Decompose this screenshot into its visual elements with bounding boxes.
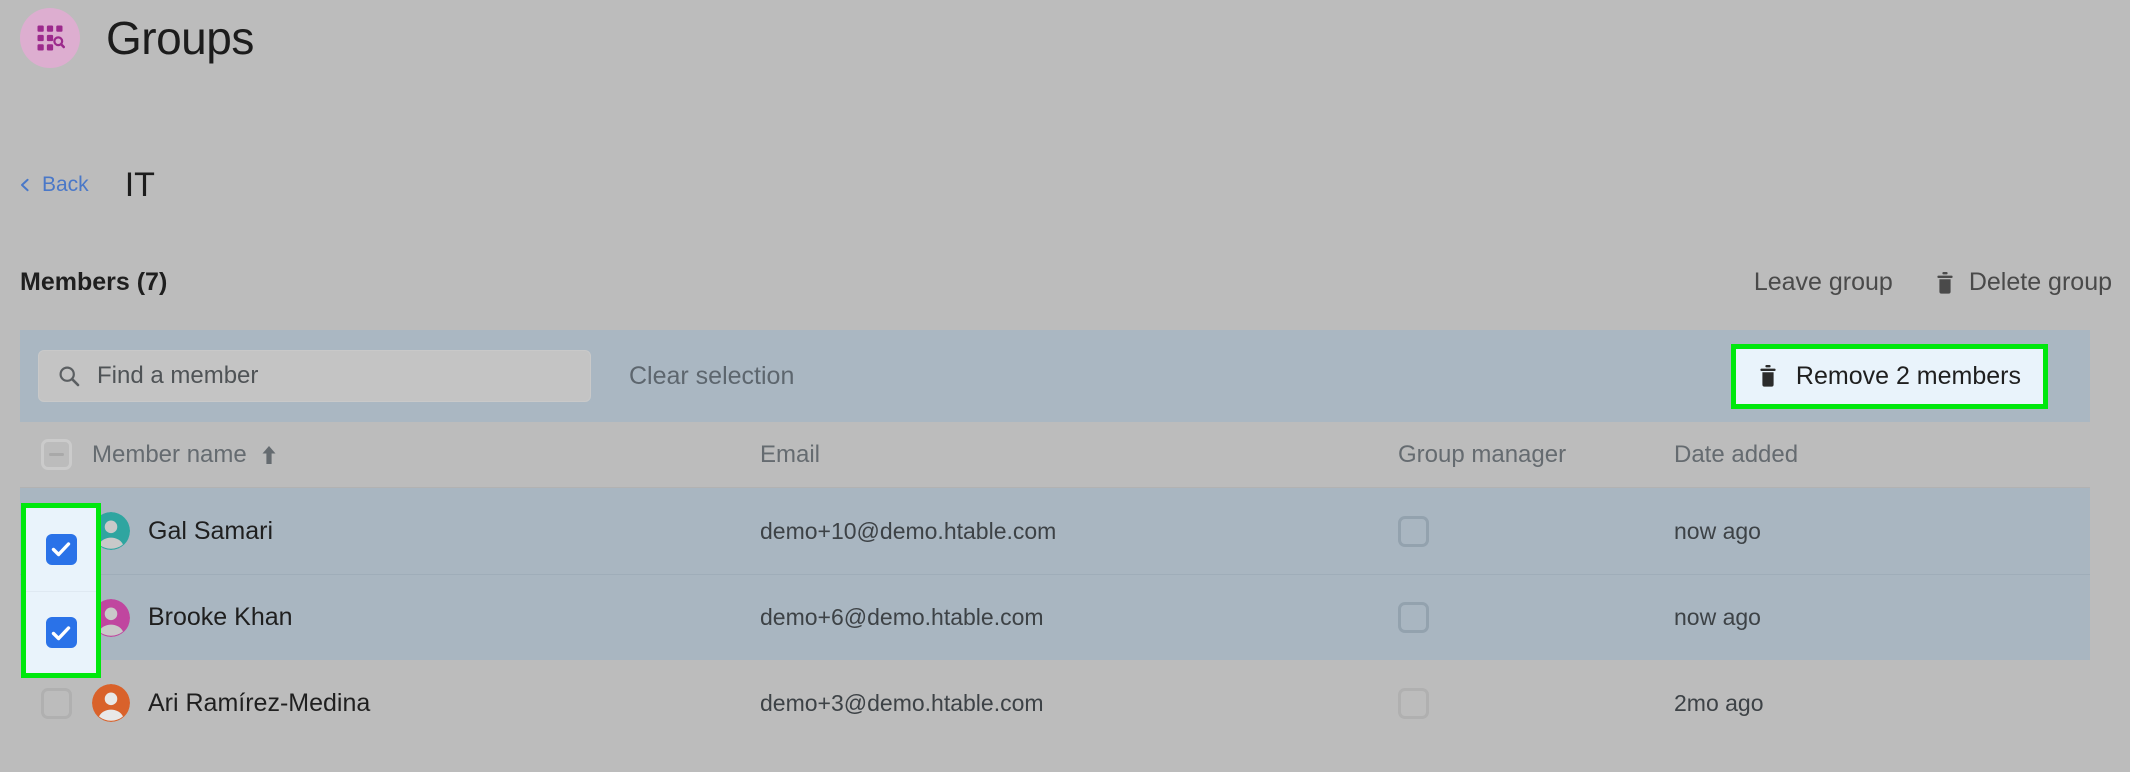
table-row[interactable]: Gal Samari demo+10@demo.htable.com now a… xyxy=(20,488,2090,574)
group-manager-checkbox[interactable] xyxy=(1398,515,1429,547)
member-email: demo+6@demo.htable.com xyxy=(760,604,1044,630)
member-name-cell: Brooke Khan xyxy=(92,598,760,637)
clear-selection-button[interactable]: Clear selection xyxy=(629,362,794,391)
column-header-member-name-label: Member name xyxy=(92,440,247,468)
arrow-up-icon xyxy=(262,445,276,464)
app-header: Groups xyxy=(20,8,254,68)
members-bar: Members (7) Leave group Delete group xyxy=(20,268,2112,297)
remove-members-label: Remove 2 members xyxy=(1795,361,2021,390)
member-email: demo+3@demo.htable.com xyxy=(760,689,1044,716)
column-header-group-manager[interactable]: Group manager xyxy=(1398,441,1668,469)
delete-group-label: Delete group xyxy=(1968,268,2112,296)
column-header-email[interactable]: Email xyxy=(760,441,1398,469)
avatar xyxy=(92,684,130,722)
member-name: Gal Samari xyxy=(148,516,274,545)
row-checkbox[interactable] xyxy=(45,617,77,649)
search-input[interactable]: Find a member xyxy=(38,350,591,402)
member-name: Ari Ramírez-Medina xyxy=(148,688,371,717)
search-icon xyxy=(59,366,80,387)
members-table: Member name Email Group manager Date add… xyxy=(20,422,2090,746)
chevron-left-icon xyxy=(20,178,29,192)
group-manager-cell[interactable] xyxy=(1398,687,1668,719)
group-manager-checkbox[interactable] xyxy=(1398,602,1429,633)
breadcrumb: Back IT xyxy=(18,168,155,202)
app-logo xyxy=(20,8,80,68)
row-select-cell[interactable] xyxy=(20,687,92,719)
selected-checkboxes-highlight xyxy=(21,503,101,678)
member-name-cell: Gal Samari xyxy=(92,512,760,550)
page-title: Groups xyxy=(106,12,254,64)
selection-toolbar: Find a member Clear selection Remove 2 m… xyxy=(20,330,2090,422)
trash-icon xyxy=(1760,365,1776,387)
table-row[interactable]: Brooke Khan demo+6@demo.htable.com now a… xyxy=(20,574,2090,660)
date-added: now ago xyxy=(1674,517,1761,544)
date-added: now ago xyxy=(1674,604,1761,630)
group-name: IT xyxy=(124,166,155,204)
member-name-cell: Ari Ramírez-Medina xyxy=(92,684,760,722)
group-manager-checkbox[interactable] xyxy=(1398,687,1429,719)
column-header-member-name[interactable]: Member name xyxy=(92,441,760,469)
leave-group-label: Leave group xyxy=(1753,268,1893,296)
select-all-cell[interactable] xyxy=(20,439,92,470)
back-button[interactable]: Back xyxy=(18,173,89,197)
row-checkbox[interactable] xyxy=(45,533,77,565)
grid-search-icon xyxy=(37,25,65,51)
group-manager-cell[interactable] xyxy=(1398,602,1668,633)
remove-members-highlight: Remove 2 members xyxy=(1730,343,2048,409)
row-checkbox[interactable] xyxy=(40,687,72,719)
back-label: Back xyxy=(42,173,89,196)
date-added: 2mo ago xyxy=(1674,689,1764,716)
members-count: Members (7) xyxy=(20,268,168,296)
select-all-checkbox[interactable] xyxy=(40,439,72,470)
group-actions: Leave group Delete group xyxy=(1754,268,2112,297)
check-icon xyxy=(51,542,71,557)
group-manager-cell[interactable] xyxy=(1398,515,1668,547)
table-header-row: Member name Email Group manager Date add… xyxy=(20,422,2090,488)
leave-group-button[interactable]: Leave group xyxy=(1754,268,1893,297)
trash-icon xyxy=(1937,271,1953,294)
delete-group-button[interactable]: Delete group xyxy=(1935,268,2112,297)
member-name: Brooke Khan xyxy=(148,603,293,631)
member-email: demo+10@demo.htable.com xyxy=(760,517,1057,544)
column-header-date-added[interactable]: Date added xyxy=(1668,441,2090,469)
table-row[interactable]: Ari Ramírez-Medina demo+3@demo.htable.co… xyxy=(20,660,2090,746)
search-placeholder: Find a member xyxy=(97,362,259,389)
remove-members-button[interactable]: Remove 2 members xyxy=(1735,348,2043,404)
check-icon xyxy=(51,626,71,640)
